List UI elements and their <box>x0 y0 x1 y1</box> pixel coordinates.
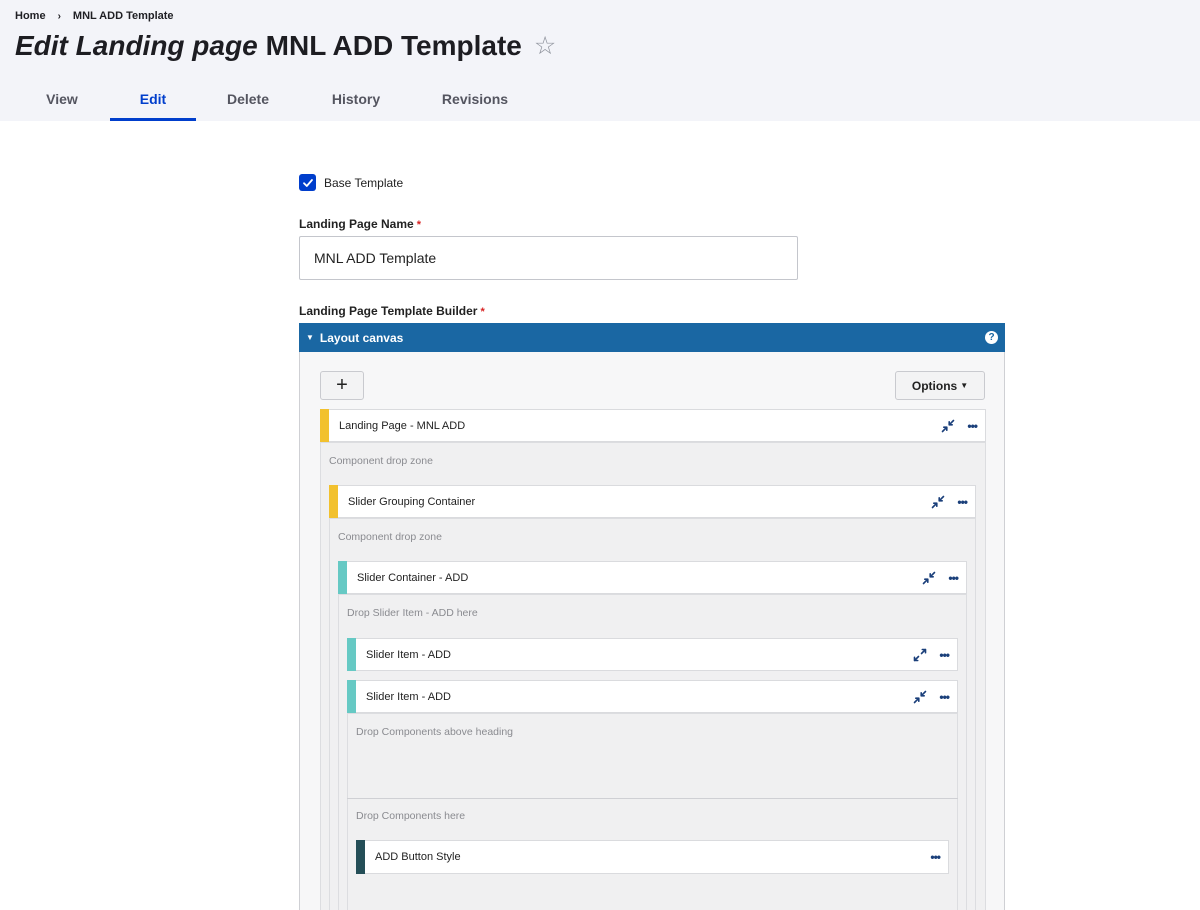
breadcrumb-home-link[interactable]: Home <box>15 10 46 22</box>
tab-view[interactable]: View <box>0 82 124 121</box>
options-button[interactable]: Options ▼ <box>895 371 985 400</box>
dropdown-arrow-icon: ▼ <box>960 381 969 390</box>
template-builder-label-text: Landing Page Template Builder <box>299 304 478 318</box>
more-options-icon[interactable]: ••• <box>939 691 950 703</box>
add-component-button[interactable]: + <box>320 371 364 400</box>
page-header: Home › MNL ADD Template Edit Landing pag… <box>0 0 1200 121</box>
component-label: Landing Page - MNL ADD <box>339 419 466 432</box>
base-template-row: Base Template <box>299 174 403 191</box>
page-title-prefix: Edit Landing page <box>15 30 258 61</box>
layout-canvas: + Options ▼ Landing Page - MNL ADD ••• Co… <box>299 352 1005 910</box>
component-label: Slider Container - ADD <box>357 571 469 584</box>
more-options-icon[interactable]: ••• <box>930 851 941 863</box>
drop-zone-label: Component drop zone <box>338 531 442 543</box>
component-label: ADD Button Style <box>375 851 461 863</box>
component-color-bar <box>338 561 347 594</box>
breadcrumb-separator-icon: › <box>57 10 61 22</box>
landing-page-name-label: Landing Page Name * <box>299 217 421 231</box>
component-slider-grouping-container[interactable]: Slider Grouping Container ••• <box>329 485 976 518</box>
more-options-icon[interactable]: ••• <box>939 649 950 661</box>
tab-delete[interactable]: Delete <box>196 82 300 121</box>
required-mark: * <box>480 306 485 318</box>
component-label: Slider Item - ADD <box>366 648 451 661</box>
tab-history[interactable]: History <box>300 82 412 121</box>
component-slider-item[interactable]: Slider Item - ADD ••• <box>347 680 958 713</box>
breadcrumb: Home › MNL ADD Template <box>15 10 174 22</box>
component-color-bar <box>329 485 338 518</box>
tab-revisions[interactable]: Revisions <box>412 82 538 121</box>
component-color-bar <box>347 680 356 713</box>
component-color-bar <box>356 840 365 874</box>
drop-zone-label: Component drop zone <box>329 455 433 467</box>
collapse-icon[interactable] <box>941 419 955 433</box>
layout-canvas-title: Layout canvas <box>319 330 404 345</box>
drop-zone-label: Drop Slider Item - ADD here <box>347 607 478 619</box>
required-mark: * <box>416 219 421 231</box>
drop-zone-label: Drop Components here <box>356 810 466 822</box>
landing-page-name-label-text: Landing Page Name <box>299 217 414 231</box>
collapse-icon[interactable] <box>931 495 945 509</box>
drop-zone-label: Drop Components above heading <box>356 726 514 738</box>
component-color-bar <box>320 409 329 442</box>
caret-down-icon: ▼ <box>306 333 314 342</box>
page-title: Edit Landing page MNL ADD Template ☆ <box>15 30 556 62</box>
component-landing-page[interactable]: Landing Page - MNL ADD ••• <box>320 409 986 442</box>
component-label: Slider Grouping Container <box>348 495 476 508</box>
collapse-icon[interactable] <box>922 571 936 585</box>
component-label: Slider Item - ADD <box>366 690 451 703</box>
page-title-name: MNL ADD Template <box>265 30 522 61</box>
tab-bar: View Edit Delete History Revisions <box>0 82 538 121</box>
divider <box>347 798 958 799</box>
expand-icon[interactable] <box>913 648 927 662</box>
more-options-icon[interactable]: ••• <box>957 496 968 508</box>
star-icon[interactable]: ☆ <box>534 31 556 61</box>
component-add-button-style[interactable]: ADD Button Style ••• <box>356 840 949 874</box>
template-builder-label: Landing Page Template Builder * <box>299 304 485 318</box>
component-slider-item[interactable]: Slider Item - ADD ••• <box>347 638 958 671</box>
breadcrumb-current[interactable]: MNL ADD Template <box>73 10 174 22</box>
component-color-bar <box>347 638 356 671</box>
tab-edit[interactable]: Edit <box>110 82 196 121</box>
landing-page-name-input[interactable] <box>299 236 798 280</box>
base-template-label: Base Template <box>324 175 404 190</box>
more-options-icon[interactable]: ••• <box>967 420 978 432</box>
base-template-checkbox[interactable] <box>299 174 316 191</box>
component-slider-container[interactable]: Slider Container - ADD ••• <box>338 561 967 594</box>
layout-canvas-toggle[interactable]: ▼ Layout canvas ? <box>299 323 1005 352</box>
checkmark-icon <box>302 178 313 187</box>
more-options-icon[interactable]: ••• <box>948 572 959 584</box>
collapse-icon[interactable] <box>913 690 927 704</box>
help-icon[interactable]: ? <box>985 331 998 344</box>
options-button-label: Options <box>911 378 958 393</box>
